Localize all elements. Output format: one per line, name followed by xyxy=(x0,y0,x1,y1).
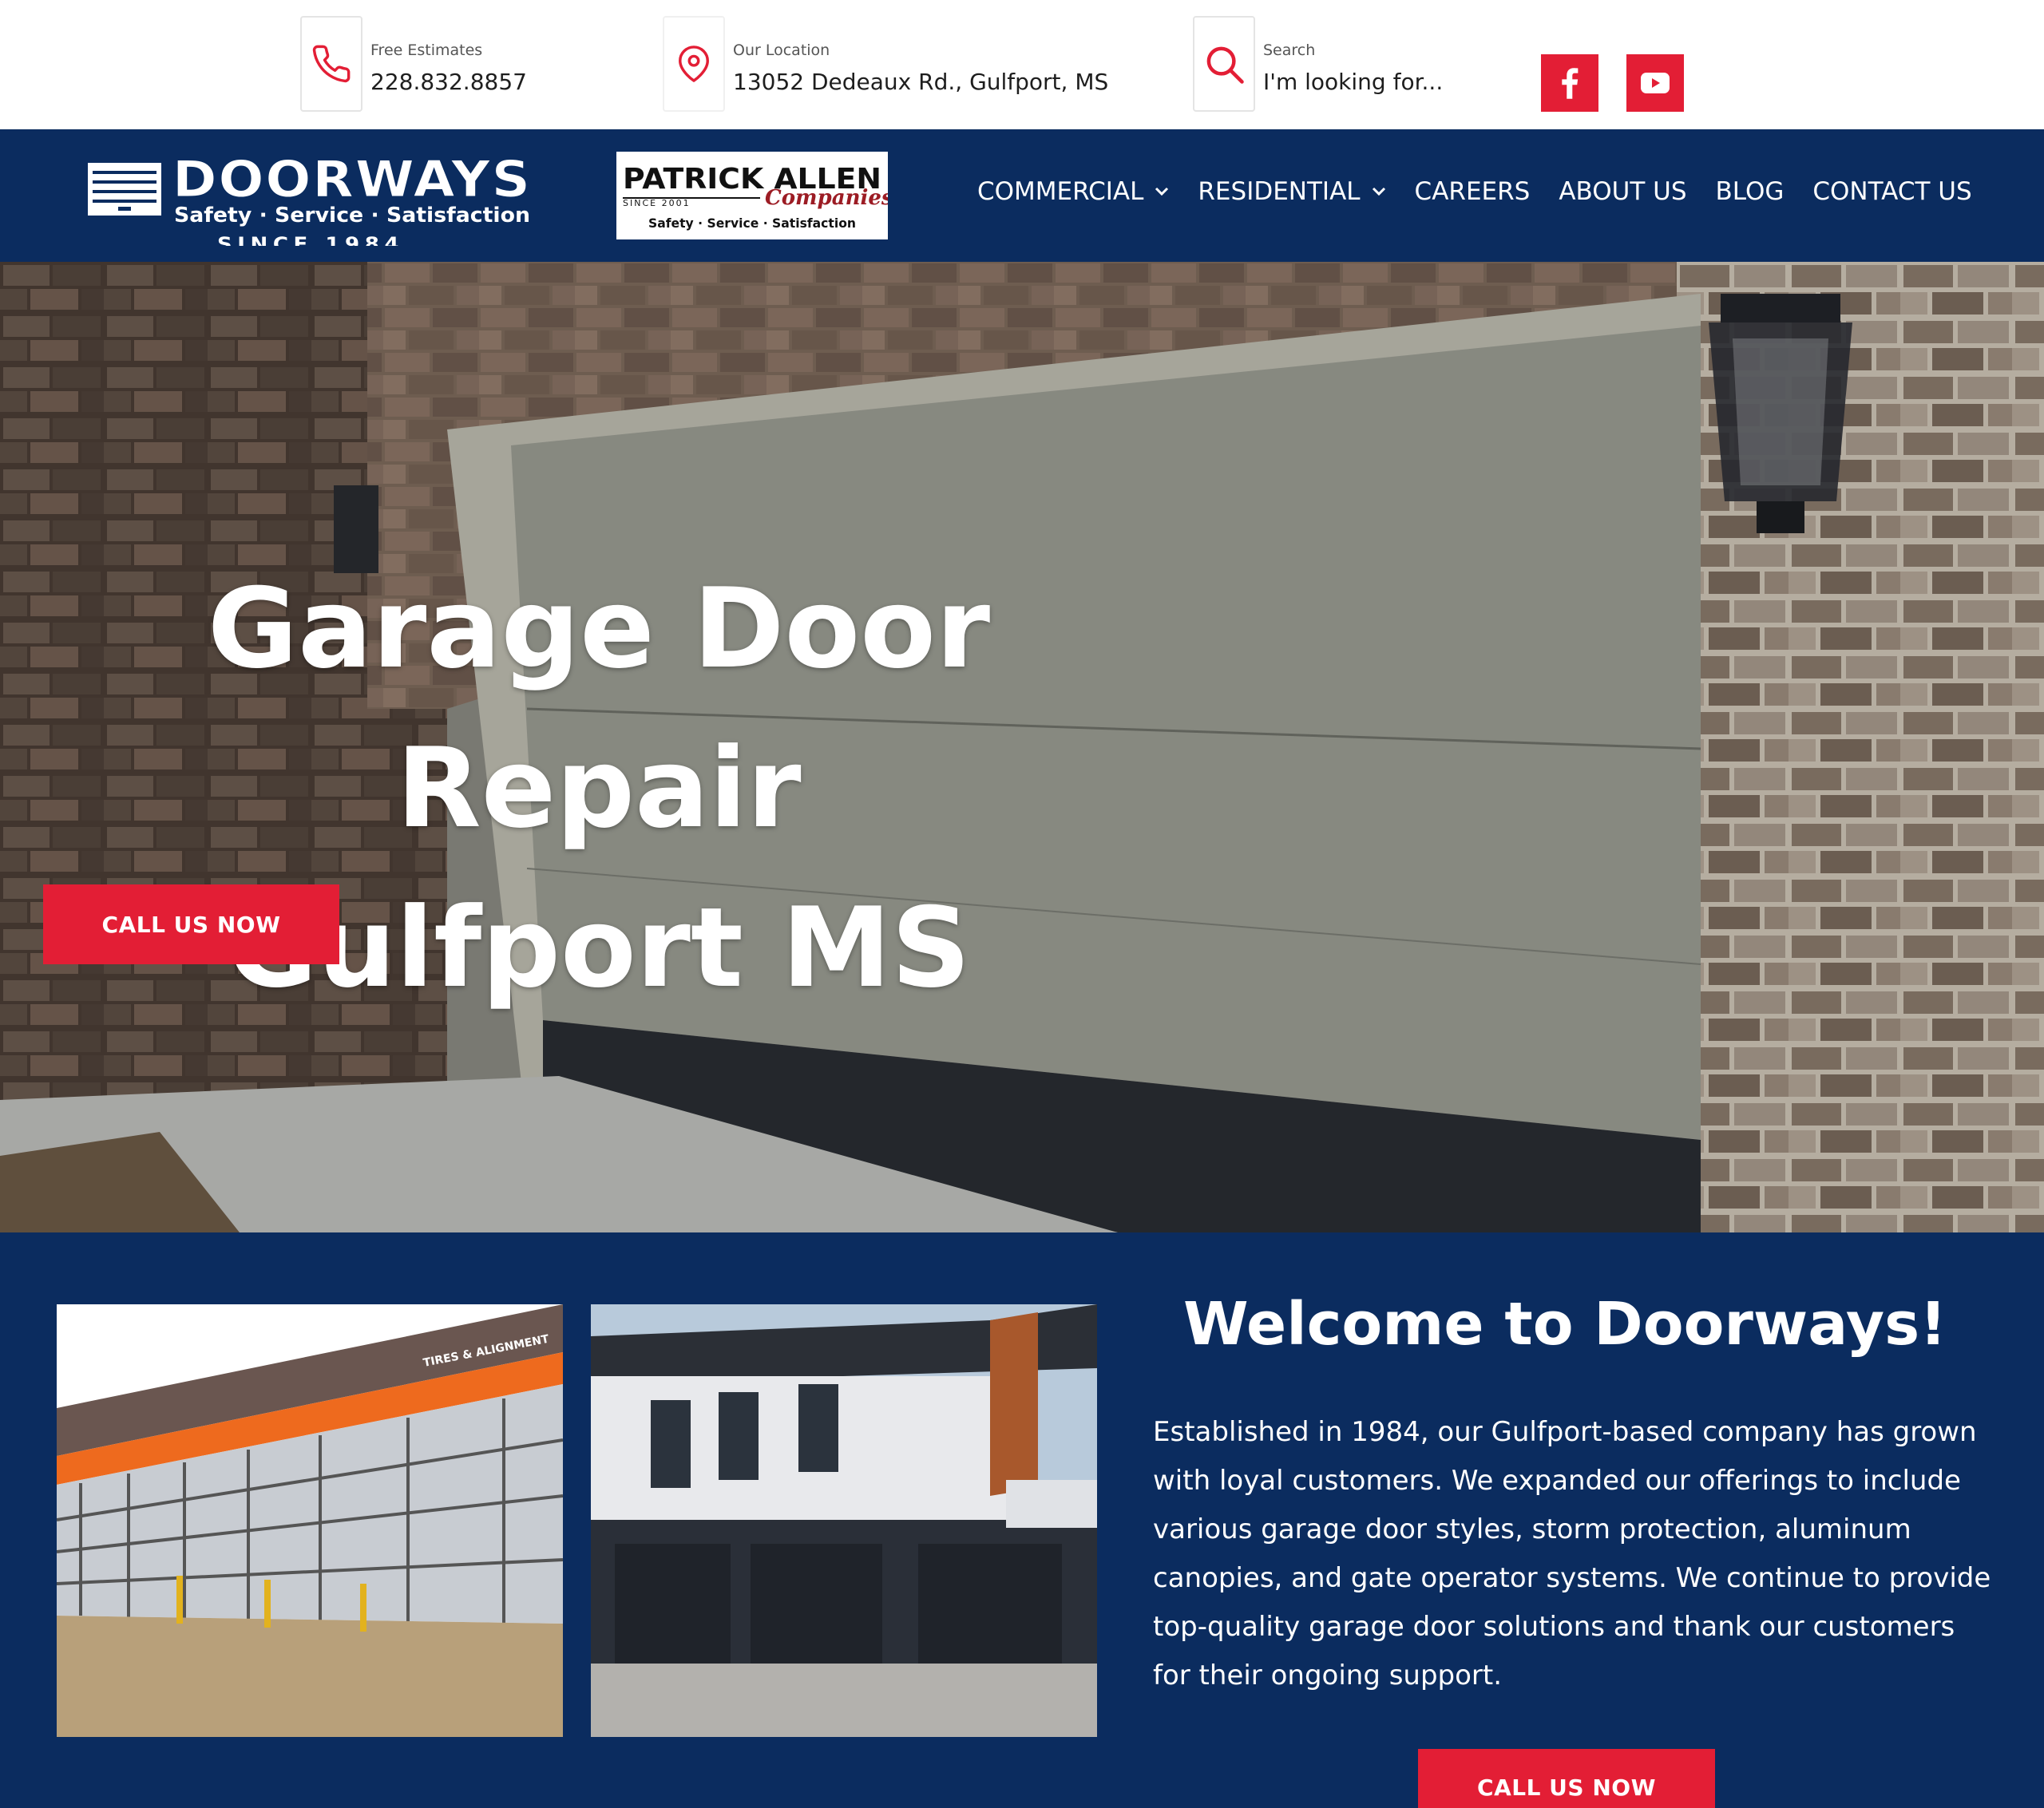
nav-item-contact-us[interactable]: CONTACT US xyxy=(1812,177,1971,206)
search-input[interactable]: I'm looking for... xyxy=(1263,69,1443,95)
nav-item-label: ABOUT US xyxy=(1559,177,1687,206)
nav-item-label: COMMERCIAL xyxy=(977,177,1144,206)
hero-section: Garage Door Repair Gulfport MS CALL US N… xyxy=(0,262,2044,1232)
map-pin-icon xyxy=(663,16,725,112)
nav-item-label: BLOG xyxy=(1715,177,1785,206)
nav-item-label: RESIDENTIAL xyxy=(1198,177,1361,206)
patrick-allen-logo[interactable]: PATRICK ALLEN SINCE 2001 Companies Safet… xyxy=(615,150,893,241)
welcome-section: TIRES & ALIGNMENT Welcome to Doorways! E… xyxy=(0,1232,2044,1808)
logo-since: SINCE 1984 xyxy=(217,233,404,246)
partner-since: SINCE 2001 xyxy=(623,198,691,208)
chevron-down-icon xyxy=(1155,187,1169,196)
search-label: Search xyxy=(1263,42,1316,59)
welcome-call-button[interactable]: CALL US NOW xyxy=(1418,1749,1715,1808)
page: Free Estimates 228.832.8857 Our Location… xyxy=(0,0,2044,1808)
doorways-logo[interactable]: DOORWAYS Safety · Service · Satisfaction… xyxy=(86,150,533,255)
nav-item-about-us[interactable]: ABOUT US xyxy=(1559,177,1686,206)
partner-sub: Companies xyxy=(765,186,888,210)
hero-call-button[interactable]: CALL US NOW xyxy=(43,884,339,964)
logo-brand: DOORWAYS xyxy=(172,150,532,208)
location-address[interactable]: 13052 Dedeaux Rd., Gulfport, MS xyxy=(733,69,1108,95)
partner-tagline: Safety · Service · Satisfaction xyxy=(648,216,856,231)
phone-icon xyxy=(300,16,362,112)
nav-item-blog[interactable]: BLOG xyxy=(1716,177,1785,206)
location-label: Our Location xyxy=(733,42,830,59)
commercial-garage-photo: TIRES & ALIGNMENT xyxy=(57,1304,563,1737)
top-info-bar: Free Estimates 228.832.8857 Our Location… xyxy=(0,0,2044,129)
residential-garage-photo xyxy=(591,1304,1097,1737)
facebook-button[interactable] xyxy=(1541,54,1598,112)
logo-tagline: Safety · Service · Satisfaction xyxy=(174,204,530,227)
nav-item-careers[interactable]: CAREERS xyxy=(1415,177,1531,206)
facebook-icon xyxy=(1562,68,1579,99)
nav-item-commercial[interactable]: COMMERCIAL xyxy=(977,177,1169,206)
chevron-down-icon xyxy=(1372,187,1385,196)
nav-item-residential[interactable]: RESIDENTIAL xyxy=(1198,177,1385,206)
welcome-title: Welcome to Doorways! xyxy=(1183,1290,1947,1359)
nav-menu: COMMERCIAL RESIDENTIAL CAREERS ABOUT US … xyxy=(977,177,1972,206)
youtube-button[interactable] xyxy=(1626,54,1684,112)
phone-number[interactable]: 228.832.8857 xyxy=(370,69,527,95)
search-icon[interactable] xyxy=(1193,16,1255,112)
youtube-icon xyxy=(1641,73,1670,93)
hero-title-line1: Garage Door Repair xyxy=(207,564,991,853)
nav-item-label: CONTACT US xyxy=(1812,177,1972,206)
nav-item-label: CAREERS xyxy=(1414,177,1531,206)
welcome-description: Established in 1984, our Gulfport-based … xyxy=(1153,1416,1991,1691)
main-navigation: DOORWAYS Safety · Service · Satisfaction… xyxy=(0,129,2044,262)
phone-label: Free Estimates xyxy=(370,42,483,59)
